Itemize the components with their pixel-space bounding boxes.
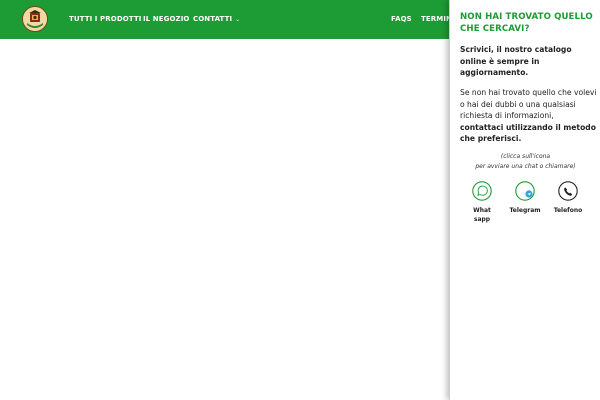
shop-logo-icon[interactable] bbox=[22, 6, 48, 32]
panel-hint-line: per avviare una chat o chiamare) bbox=[475, 163, 576, 170]
nav-item-label: IL NEGOZIO bbox=[143, 15, 190, 23]
panel-hint-line: (clicca sull'icona bbox=[500, 153, 551, 160]
telegram-icon[interactable] bbox=[515, 181, 535, 201]
telegram-contact-button[interactable]: Telegram bbox=[503, 181, 547, 215]
phone-icon[interactable] bbox=[558, 181, 578, 201]
panel-body-bold: contattaci utilizzando il metodo che pre… bbox=[460, 122, 596, 144]
panel-hint-text: (clicca sull'icona per avviare una chat … bbox=[450, 152, 600, 172]
whatsapp-icon[interactable] bbox=[472, 181, 492, 201]
whatsapp-contact-button[interactable]: Whatsapp bbox=[460, 181, 504, 224]
panel-title: NON HAI TROVATO QUELLO CHE CERCAVI? bbox=[460, 12, 593, 34]
phone-label: Telefono bbox=[553, 207, 583, 214]
nav-item-label: CONTATTI bbox=[193, 15, 233, 23]
contact-side-panel: NON HAI TROVATO QUELLO CHE CERCAVI? Scri… bbox=[449, 0, 600, 400]
telegram-label: Telegram bbox=[509, 207, 541, 214]
panel-intro-text: Scrivici, il nostro catalogo online è se… bbox=[460, 45, 572, 78]
chevron-down-icon: ⌄ bbox=[235, 16, 241, 23]
phone-contact-button[interactable]: Telefono bbox=[546, 181, 590, 215]
whatsapp-label: Whatsapp bbox=[473, 207, 491, 223]
nav-item-contatti[interactable]: CONTATTI ⌄ bbox=[193, 0, 240, 39]
nav-item-label: TUTTI I PRODOTTI bbox=[69, 15, 142, 23]
nav-item-faqs[interactable]: FAQS bbox=[391, 0, 412, 39]
panel-body-text: Se non hai trovato quello che volevi o h… bbox=[460, 87, 597, 145]
nav-item-label: FAQS bbox=[391, 15, 412, 23]
nav-item-tutti-i-prodotti[interactable]: TUTTI I PRODOTTI ⌄ bbox=[69, 0, 150, 39]
nav-item-il-negozio[interactable]: IL NEGOZIO bbox=[143, 0, 189, 39]
panel-body-plain: Se non hai trovato quello che volevi o h… bbox=[460, 88, 597, 121]
